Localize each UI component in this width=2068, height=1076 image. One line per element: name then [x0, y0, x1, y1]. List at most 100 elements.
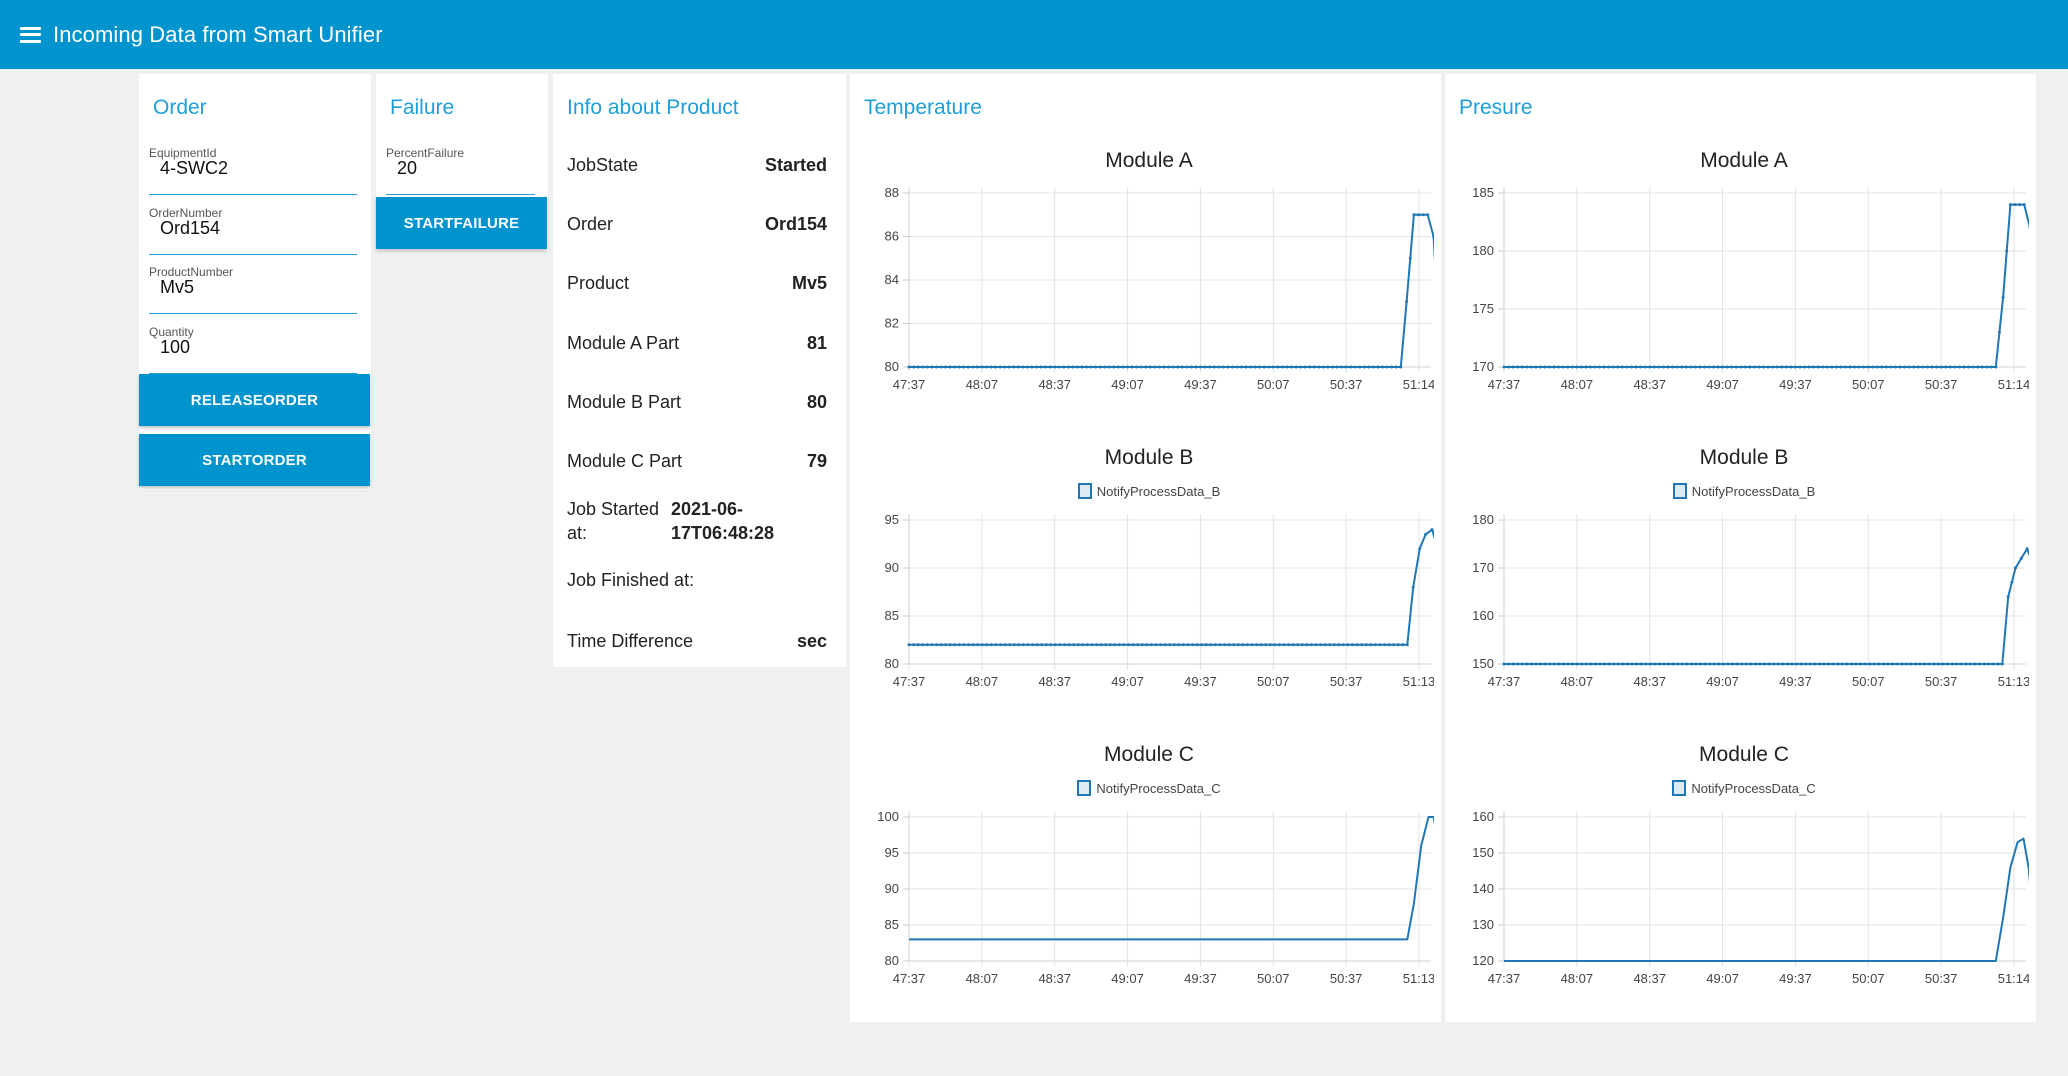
order-number-input[interactable] — [160, 218, 350, 239]
data-point — [1121, 365, 1125, 369]
data-point — [1767, 662, 1771, 666]
data-point — [1131, 643, 1135, 647]
data-point — [1520, 662, 1524, 666]
data-point — [1103, 365, 1107, 369]
data-point — [1360, 643, 1364, 647]
temperature-title: Temperature — [864, 96, 982, 119]
chart-grid — [903, 514, 1431, 670]
data-point — [1831, 662, 1835, 666]
data-point — [1895, 662, 1899, 666]
quantity-field[interactable]: Quantity — [149, 325, 357, 374]
order-number-field[interactable]: OrderNumber — [149, 206, 357, 255]
start-order-button[interactable]: STARTORDER — [139, 434, 370, 486]
data-point — [1140, 643, 1144, 647]
data-point — [1985, 365, 1989, 369]
x-tick-label: 47:37 — [1488, 377, 1521, 392]
data-point — [1226, 365, 1230, 369]
data-point — [1666, 365, 1670, 369]
data-point — [1584, 662, 1588, 666]
data-point — [1566, 365, 1570, 369]
data-point — [1525, 365, 1529, 369]
data-point — [1232, 643, 1236, 647]
data-point — [1387, 643, 1391, 647]
data-point — [1062, 643, 1066, 647]
data-point — [925, 643, 929, 647]
data-point — [1264, 643, 1268, 647]
quantity-input[interactable] — [160, 337, 350, 358]
data-point — [1566, 662, 1570, 666]
y-tick-label: 80 — [885, 359, 899, 374]
data-point — [1401, 643, 1405, 647]
data-point — [1341, 643, 1345, 647]
data-point — [1575, 365, 1579, 369]
data-point — [1085, 365, 1089, 369]
data-point — [1168, 643, 1172, 647]
percent-failure-input[interactable] — [397, 158, 527, 179]
data-point — [1657, 365, 1661, 369]
data-point — [1739, 365, 1743, 369]
x-tick-label: 49:37 — [1184, 377, 1217, 392]
data-point — [953, 643, 957, 647]
data-point — [1871, 365, 1875, 369]
data-point — [1885, 365, 1888, 369]
x-tick-label: 48:07 — [1561, 674, 1594, 689]
data-point — [1007, 365, 1011, 369]
temperature-module-c-chart: Module C NotifyProcessData_C 80 85 90 95 100 47… — [864, 743, 1434, 1043]
product-number-field[interactable]: ProductNumber — [149, 265, 357, 314]
data-point — [1411, 585, 1415, 589]
data-point — [1319, 643, 1322, 647]
data-point — [1712, 662, 1716, 666]
data-point — [1268, 643, 1272, 647]
equipment-id-input[interactable] — [160, 158, 350, 179]
equipment-id-field[interactable]: EquipmentId — [149, 146, 357, 195]
release-order-button[interactable]: RELEASEORDER — [139, 374, 370, 426]
data-point — [1255, 643, 1258, 647]
data-point — [1639, 365, 1643, 369]
data-point — [1557, 365, 1561, 369]
data-point — [925, 365, 929, 369]
data-point — [2006, 595, 2010, 599]
data-point — [1276, 365, 1280, 369]
info-value: Mv5 — [791, 273, 827, 293]
job-started-value-2: 17T06:48:28 — [671, 523, 775, 543]
job-started-label-2: at: — [567, 523, 588, 543]
data-point — [953, 365, 956, 369]
data-point — [1328, 643, 1332, 647]
data-point — [1834, 365, 1838, 369]
data-point — [1625, 365, 1629, 369]
x-tick-label: 48:37 — [1633, 674, 1666, 689]
chart-svg: 150 160 170 180 47:37 48:07 48:37 49:07 49:37 50:… — [1472, 512, 2029, 689]
data-point — [1607, 365, 1611, 369]
data-point — [1918, 662, 1922, 666]
data-point — [1399, 365, 1403, 369]
data-point — [1235, 365, 1239, 369]
data-point — [1239, 365, 1243, 369]
data-point — [1900, 662, 1904, 666]
y-tick-label: 82 — [885, 316, 899, 331]
data-point — [1584, 365, 1588, 369]
data-point — [1840, 662, 1844, 666]
start-failure-button[interactable]: STARTFAILURE — [376, 197, 547, 249]
data-point — [1026, 643, 1030, 647]
hamburger-menu-icon[interactable] — [20, 26, 41, 43]
data-point — [1335, 365, 1339, 369]
data-point — [1850, 662, 1853, 666]
data-point — [1203, 365, 1207, 369]
data-point — [1602, 365, 1606, 369]
data-point — [1907, 365, 1911, 369]
data-point — [1180, 365, 1184, 369]
chart-svg: 120 130 140 150 160 47:37 48:07 48:37 49:07 49:37… — [1472, 809, 2029, 986]
data-point — [1744, 662, 1748, 666]
x-tick-label: 51:14 — [1998, 377, 2029, 392]
x-tick-label: 49:37 — [1779, 377, 1812, 392]
percent-failure-field[interactable]: PercentFailure — [386, 146, 535, 195]
data-point — [994, 365, 997, 369]
data-point — [1734, 365, 1738, 369]
data-point — [1204, 643, 1208, 647]
product-number-input[interactable] — [160, 277, 350, 298]
info-label: Module C Part — [567, 451, 683, 471]
y-tick-label: 90 — [885, 560, 899, 575]
data-point — [1575, 662, 1579, 666]
data-point — [1071, 365, 1075, 369]
data-point — [1962, 365, 1966, 369]
